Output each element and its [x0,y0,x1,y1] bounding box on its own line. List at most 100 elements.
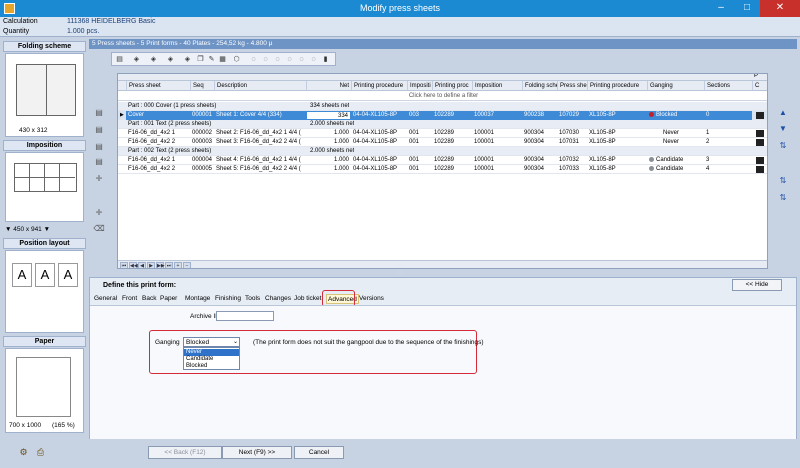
note-icon[interactable]: ◌ [261,55,270,64]
copy-icon[interactable]: ❐ [196,55,205,64]
group-row[interactable]: Part : 002 Text (2 press sheets) 2.000 s… [118,147,767,156]
cell-imp[interactable]: 001 [407,129,432,138]
cell-seq[interactable]: 000005 [190,165,214,174]
column-header[interactable]: Seq [190,81,214,91]
merge-icon[interactable]: ✛ [93,207,105,219]
tab-finishing[interactable]: Finishing [214,294,242,304]
cell-fold[interactable]: 900304 [522,165,557,174]
ganging-option-never[interactable]: Never [184,349,239,356]
cell-sections[interactable]: 3 [704,156,752,165]
cell-proc[interactable]: 04-04-XL105-8P [351,156,407,165]
cell-desc[interactable]: Sheet 3: F16-06_dd_4x2 2 4/4 ( [214,138,306,147]
group-row[interactable]: Part : 001 Text (2 press sheets) 2.000 s… [118,120,767,129]
cell-seq[interactable]: 000004 [190,156,214,165]
tab-changes[interactable]: Changes [264,294,292,304]
cell-imposition[interactable]: 100001 [472,129,522,138]
back-button[interactable]: << Back (F12) [148,446,222,459]
column-header[interactable]: Sections [704,81,752,91]
table-row[interactable]: F16-06_dd_4x2 2 000003 Sheet 3: F16-06_d… [118,138,767,147]
cell-desc[interactable]: Sheet 2: F16-06_dd_4x2 1 4/4 ( [214,129,306,138]
tab-general[interactable]: General [93,294,118,304]
tab-montage[interactable]: Montage [184,294,211,304]
cell-imp[interactable]: 001 [407,156,432,165]
ganging-option-blocked[interactable]: Blocked [184,363,239,370]
cell-ganging[interactable]: Candidate [647,165,704,174]
table-row[interactable]: ▶ Cover 000001 Sheet 1: Cover 4/4 (334) … [118,111,767,120]
cell-pproc[interactable]: 102289 [432,129,472,138]
imposition-preview[interactable] [5,152,84,222]
move-up-icon[interactable]: ▲ [777,107,789,119]
cell-sections[interactable]: 1 [704,129,752,138]
cell-press[interactable]: 107029 [557,111,587,120]
cell-fold[interactable]: 900238 [522,111,557,120]
cell-ganging[interactable]: Candidate [647,156,704,165]
next-button[interactable]: Next (F9) >> [222,446,292,459]
eraser-icon[interactable]: ⌫ [93,223,105,235]
splitter-handle[interactable] [395,270,405,276]
sheet-remove-icon[interactable]: ◈ [166,55,175,64]
blue-tag-icon[interactable]: ▮ [321,55,330,64]
nav-delete-button[interactable]: − [183,262,191,268]
view-icon[interactable]: ▤ [115,55,124,64]
list-add-icon[interactable]: ▤ [93,124,105,136]
cell-proc2[interactable]: XL105-8P [587,138,647,147]
group-row[interactable]: Part : 000 Cover (1 press sheets) 334 sh… [118,102,767,111]
cell-desc[interactable]: Sheet 1: Cover 4/4 (334) [214,111,306,120]
cell-fold[interactable]: 900304 [522,156,557,165]
folding-scheme-preview[interactable]: 430 x 312 [5,53,84,137]
column-header[interactable]: Printing procedure [587,81,647,91]
note-icon[interactable]: ◌ [273,55,282,64]
column-header[interactable]: Net [306,81,351,91]
move-down-icon[interactable]: ▼ [777,123,789,135]
cell-proc[interactable]: 04-04-XL105-8P [351,111,407,120]
print-icon[interactable]: ⎙ [35,447,46,458]
cell-pproc[interactable]: 102289 [432,156,472,165]
minimize-button[interactable]: – [708,0,734,17]
cell-proc2[interactable]: XL105-8P [587,165,647,174]
edit-icon[interactable]: ✎ [207,55,216,64]
cell-imp[interactable]: 003 [407,111,432,120]
cell-sections[interactable]: 2 [704,138,752,147]
cell-ganging[interactable]: Blocked [647,111,704,120]
note-icon[interactable]: ◌ [297,55,306,64]
nav-first-button[interactable]: ⏮ [120,262,128,268]
list-copy-icon[interactable]: ▤ [93,156,105,168]
cell-proc2[interactable]: XL105-8P [587,156,647,165]
note-icon[interactable]: ◌ [249,55,258,64]
cell-sections[interactable]: 0 [704,111,752,120]
cell-press[interactable]: 107031 [557,138,587,147]
sheet-icon[interactable]: ◈ [132,55,141,64]
calculator-icon[interactable]: ⚙ [18,447,29,458]
cell-press[interactable]: 107030 [557,129,587,138]
cell-proc[interactable]: 04-04-XL105-8P [351,138,407,147]
ganging-option-candidate[interactable]: Candidate [184,356,239,363]
cell-sheet[interactable]: F16-06_dd_4x2 2 [126,165,190,174]
column-header[interactable]: Imposition [472,81,522,91]
cell-sections[interactable]: 4 [704,165,752,174]
cell-proc2[interactable]: XL105-8P [587,129,647,138]
filter-row[interactable]: Click here to define a filter [118,92,767,101]
cell-sheet[interactable]: F16-06_dd_4x2 2 [126,138,190,147]
cell-imposition[interactable]: 100001 [472,156,522,165]
cell-net[interactable]: 1.000 [306,129,351,138]
cell-imposition[interactable]: 100037 [472,111,522,120]
cell-sheet[interactable]: F16-06_dd_4x2 1 [126,129,190,138]
sort-desc-icon[interactable]: ⇅ [777,140,789,152]
column-header[interactable]: Description [214,81,306,91]
nav-last-button[interactable]: ⏭ [165,262,173,268]
cell-proc2[interactable]: XL105-8P [587,111,647,120]
cell-fold[interactable]: 900304 [522,138,557,147]
tab-tools[interactable]: Tools [244,294,261,304]
cell-sheet[interactable]: F16-06_dd_4x2 1 [126,156,190,165]
note-icon[interactable]: ◌ [285,55,294,64]
list-icon[interactable]: ▤ [93,107,105,119]
nav-add-button[interactable]: + [174,262,182,268]
tab-front[interactable]: Front [121,294,138,304]
archive-id-input[interactable] [216,311,274,321]
close-button[interactable]: ✕ [760,0,800,17]
tab-paper[interactable]: Paper [159,294,178,304]
table-row[interactable]: F16-06_dd_4x2 1 000004 Sheet 4: F16-06_d… [118,156,767,165]
cell-press[interactable]: 107033 [557,165,587,174]
cell-imp[interactable]: 001 [407,165,432,174]
split-icon[interactable]: ✛ [93,173,105,185]
